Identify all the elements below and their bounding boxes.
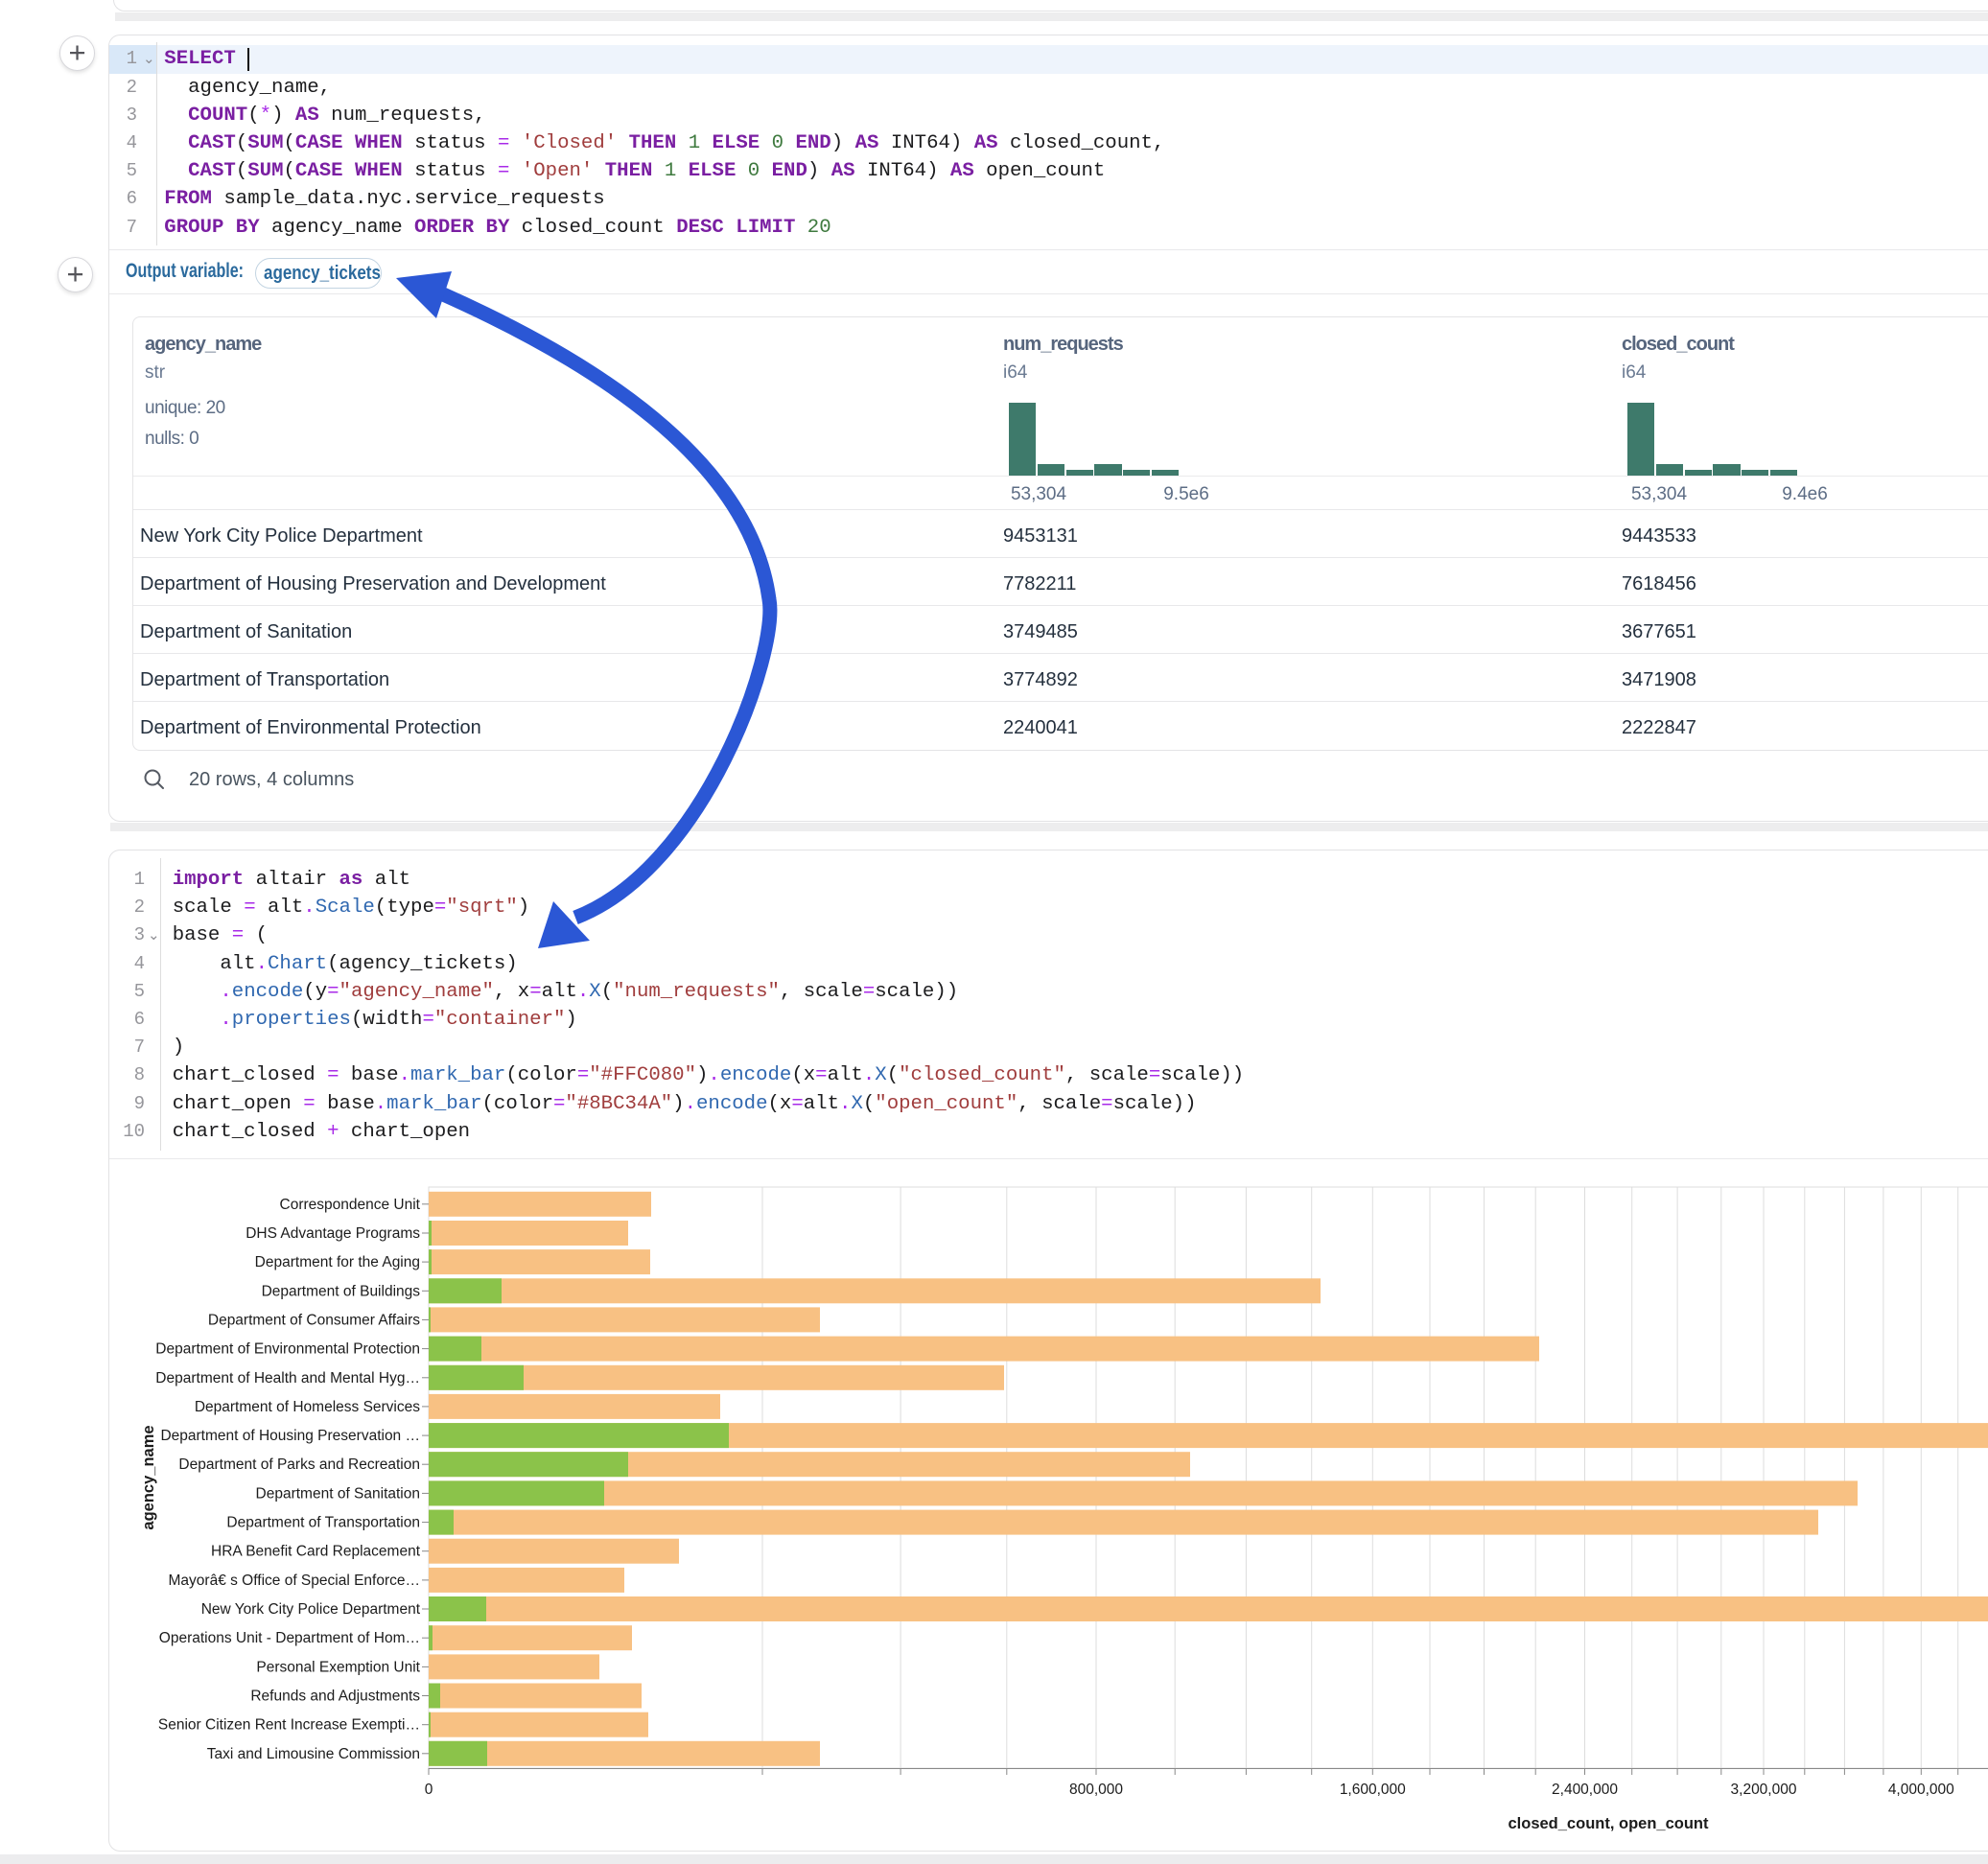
svg-text:Department of Buildings: Department of Buildings — [262, 1283, 421, 1299]
svg-text:Department of Environmental Pr: Department of Environmental Protection — [155, 1341, 420, 1358]
svg-text:Refunds and Adjustments: Refunds and Adjustments — [250, 1689, 420, 1705]
svg-text:Operations Unit - Department o: Operations Unit - Department of Hom… — [159, 1630, 420, 1646]
svg-text:Department of Homeless Service: Department of Homeless Services — [195, 1399, 420, 1415]
svg-text:4,000,000: 4,000,000 — [1888, 1782, 1954, 1798]
svg-text:1,600,000: 1,600,000 — [1340, 1782, 1406, 1798]
svg-text:Department of Consumer Affairs: Department of Consumer Affairs — [208, 1312, 420, 1328]
svg-text:Department of Sanitation: Department of Sanitation — [256, 1485, 420, 1502]
svg-text:Personal Exemption Unit: Personal Exemption Unit — [256, 1659, 420, 1675]
svg-text:Taxi and Limousine Commission: Taxi and Limousine Commission — [207, 1746, 420, 1762]
svg-text:Department for the Aging: Department for the Aging — [255, 1254, 420, 1270]
svg-text:DHS Advantage Programs: DHS Advantage Programs — [246, 1225, 420, 1242]
svg-text:Department of Transportation: Department of Transportation — [226, 1515, 420, 1531]
svg-text:Department of Health and Menta: Department of Health and Mental Hyg… — [155, 1370, 420, 1386]
svg-text:New York City Police Departmen: New York City Police Department — [201, 1601, 421, 1618]
svg-text:closed_count, open_count: closed_count, open_count — [1508, 1815, 1709, 1832]
svg-text:agency_name: agency_name — [140, 1425, 157, 1529]
svg-text:3,200,000: 3,200,000 — [1731, 1782, 1797, 1798]
svg-text:HRA Benefit Card Replacement: HRA Benefit Card Replacement — [211, 1544, 421, 1560]
svg-text:Correspondence Unit: Correspondence Unit — [280, 1197, 421, 1213]
svg-text:Department of Parks and Recrea: Department of Parks and Recreation — [178, 1456, 420, 1473]
svg-text:Senior Citizen Rent Increase E: Senior Citizen Rent Increase Exempti… — [158, 1717, 420, 1734]
svg-text:Mayorâ€ s Office of Special En: Mayorâ€ s Office of Special Enforce… — [169, 1573, 420, 1589]
svg-text:0: 0 — [425, 1782, 433, 1798]
svg-text:800,000: 800,000 — [1069, 1782, 1123, 1798]
svg-text:2,400,000: 2,400,000 — [1552, 1782, 1618, 1798]
svg-text:Department of Housing Preserva: Department of Housing Preservation … — [160, 1428, 420, 1444]
